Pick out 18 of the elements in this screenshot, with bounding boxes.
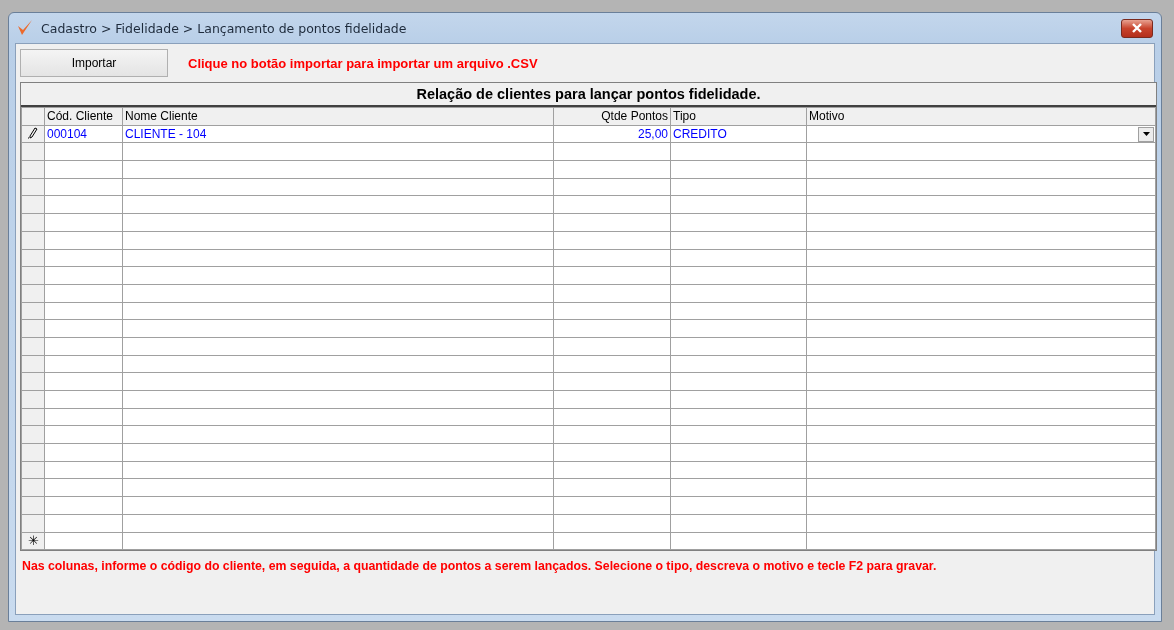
- table-cell: CLIENTE - 104: [125, 127, 207, 142]
- import-hint: Clique no botão importar para importar um arquivo .CSV: [188, 55, 538, 71]
- column-header[interactable]: Motivo: [806, 107, 1156, 126]
- dropdown-button[interactable]: [1138, 126, 1154, 142]
- close-icon: [1131, 23, 1143, 33]
- import-button[interactable]: Importar: [20, 49, 168, 77]
- table-cell: 25,00: [637, 127, 668, 142]
- close-button[interactable]: [1121, 18, 1153, 38]
- instructions-text: Nas colunas, informe o código do cliente, em seguida, a quantidade de pontos a serem lançados. Selecione o tipo, descreva o motivo e tecle F2 para gravar.: [21, 558, 938, 574]
- column-header[interactable]: Qtde Pontos: [553, 107, 671, 126]
- caret-down-icon: [1142, 132, 1150, 137]
- column-header[interactable]: Nome Cliente: [122, 107, 554, 126]
- new-row-marker: ✳: [27, 532, 39, 548]
- table-cell: CREDITO: [673, 127, 727, 142]
- column-header[interactable]: Tipo: [670, 107, 807, 126]
- table-cell: 000104: [47, 127, 88, 142]
- window-title: Cadastro > Fidelidade > Lançamento de pontos fidelidade: [41, 20, 407, 36]
- column-header[interactable]: Cód. Cliente: [44, 107, 123, 126]
